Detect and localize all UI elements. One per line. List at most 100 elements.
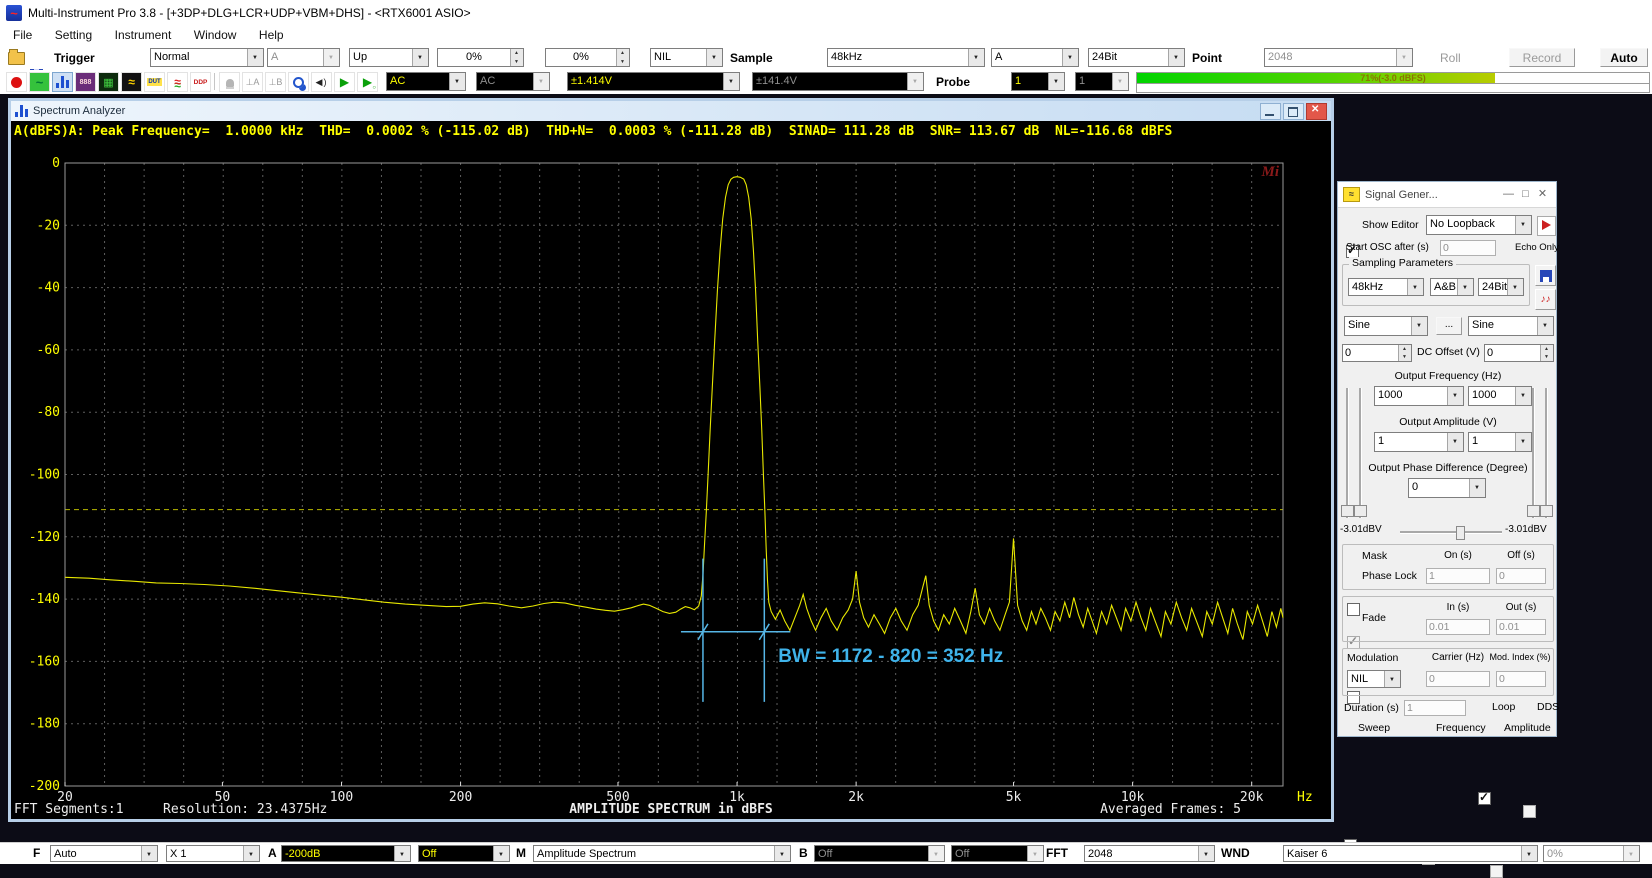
spin-up-icon[interactable] bbox=[1399, 345, 1411, 353]
modulation-select[interactable]: NIL bbox=[1347, 670, 1401, 688]
a-range-select[interactable]: -200dB bbox=[281, 845, 411, 862]
open-icon[interactable] bbox=[8, 52, 25, 65]
derived-spectrum-icon[interactable] bbox=[167, 72, 188, 92]
sampling-rate-select[interactable]: 48kHz bbox=[827, 48, 985, 67]
menu-help[interactable]: Help bbox=[250, 26, 293, 45]
chevron-down-icon[interactable] bbox=[1384, 671, 1400, 687]
chevron-down-icon[interactable] bbox=[1537, 317, 1553, 335]
waveform-b-select[interactable]: Sine bbox=[1468, 316, 1554, 336]
chevron-down-icon[interactable] bbox=[1198, 846, 1214, 861]
window-function-select[interactable]: Kaiser 6 bbox=[1283, 845, 1538, 862]
trigger-edge-select[interactable]: Up bbox=[349, 48, 429, 67]
spin-down-icon[interactable] bbox=[1541, 353, 1553, 361]
bit-depth-select[interactable]: 24Bit bbox=[1088, 48, 1185, 67]
chevron-down-icon[interactable] bbox=[1447, 433, 1463, 451]
chevron-down-icon[interactable] bbox=[449, 73, 465, 90]
spectrum-window-titlebar[interactable]: Spectrum Analyzer bbox=[11, 101, 1331, 121]
chevron-down-icon[interactable] bbox=[243, 846, 259, 861]
sg-save-button[interactable] bbox=[1535, 265, 1556, 286]
chevron-down-icon[interactable] bbox=[1469, 479, 1485, 497]
ddp-viewer-icon[interactable]: DDP bbox=[190, 72, 211, 92]
slider-thumb[interactable] bbox=[1354, 505, 1367, 517]
zoom-select[interactable]: X 1 bbox=[166, 845, 260, 862]
signal-generator-icon[interactable] bbox=[121, 72, 142, 92]
spin-down-icon[interactable] bbox=[511, 58, 523, 67]
trigger-level-spinner[interactable]: 0% bbox=[437, 48, 524, 67]
oscilloscope-icon[interactable] bbox=[29, 72, 50, 92]
chevron-down-icon[interactable] bbox=[141, 846, 157, 861]
auto-button[interactable]: Auto bbox=[1600, 48, 1648, 67]
probe-magnifier-icon[interactable] bbox=[288, 72, 309, 92]
sg-music-button[interactable]: ♪♪ bbox=[1535, 289, 1556, 310]
frequency-a-select[interactable]: 1000 bbox=[1374, 386, 1464, 406]
chevron-down-icon[interactable] bbox=[723, 73, 739, 90]
loopback-select[interactable]: No Loopback bbox=[1426, 215, 1532, 235]
spin-down-icon[interactable] bbox=[1399, 353, 1411, 361]
chevron-down-icon[interactable] bbox=[412, 49, 428, 66]
multimeter-icon[interactable]: 888 bbox=[75, 72, 96, 92]
chevron-down-icon[interactable] bbox=[1515, 433, 1531, 451]
frequency-axis-select[interactable]: Auto bbox=[50, 845, 158, 862]
spin-down-icon[interactable] bbox=[617, 58, 629, 67]
chevron-down-icon[interactable] bbox=[706, 49, 722, 66]
amplitude-slider-a2[interactable] bbox=[1354, 388, 1365, 518]
signal-generator-titlebar[interactable]: ≈ Signal Gener... — □ ✕ bbox=[1338, 182, 1556, 208]
spin-up-icon[interactable] bbox=[1541, 345, 1553, 353]
chevron-down-icon[interactable] bbox=[1168, 49, 1184, 66]
device-test-plan-icon[interactable]: DUT bbox=[144, 72, 165, 92]
slider-thumb[interactable] bbox=[1456, 526, 1465, 540]
chevron-down-icon[interactable] bbox=[247, 49, 263, 66]
window-close-icon[interactable] bbox=[1306, 103, 1327, 120]
waveform-a-select[interactable]: Sine bbox=[1344, 316, 1428, 336]
amplitude-slider-b2[interactable] bbox=[1540, 388, 1551, 518]
chevron-down-icon[interactable] bbox=[1457, 279, 1473, 295]
chevron-down-icon[interactable] bbox=[968, 49, 984, 66]
sg-rate-select[interactable]: 48kHz bbox=[1348, 278, 1424, 296]
chevron-down-icon[interactable] bbox=[1515, 216, 1531, 234]
spectrum-3d-plot-icon[interactable] bbox=[98, 72, 119, 92]
amplitude-a-select[interactable]: 1 bbox=[1374, 432, 1464, 452]
spectrum-analyzer-icon[interactable] bbox=[52, 72, 73, 92]
chevron-down-icon[interactable] bbox=[1062, 49, 1078, 66]
chevron-down-icon[interactable] bbox=[1507, 279, 1523, 295]
menu-window[interactable]: Window bbox=[185, 26, 246, 45]
trigger-delay-spinner[interactable]: 0% bbox=[545, 48, 630, 67]
phase-difference-select[interactable]: 0 bbox=[1408, 478, 1486, 498]
record-icon[interactable] bbox=[6, 72, 27, 92]
coupling-a-select[interactable]: AC bbox=[386, 72, 466, 91]
window-maximize-icon[interactable]: □ bbox=[1517, 187, 1534, 203]
frequency-b-select[interactable]: 1000 bbox=[1468, 386, 1532, 406]
chevron-down-icon[interactable] bbox=[394, 846, 410, 861]
run-loop-icon[interactable] bbox=[357, 72, 378, 92]
loop-checkbox[interactable] bbox=[1478, 792, 1491, 805]
menu-file[interactable]: File bbox=[4, 26, 41, 45]
range-a-select[interactable]: ±1.414V bbox=[567, 72, 740, 91]
sg-channels-select[interactable]: A&B bbox=[1430, 278, 1474, 296]
probe-a-select[interactable]: 1 bbox=[1011, 72, 1065, 91]
fft-size-select[interactable]: 2048 bbox=[1084, 845, 1215, 862]
chevron-down-icon[interactable] bbox=[1048, 73, 1064, 90]
menu-setting[interactable]: Setting bbox=[46, 26, 101, 45]
chevron-down-icon[interactable] bbox=[1521, 846, 1537, 861]
slider-thumb[interactable] bbox=[1527, 505, 1540, 517]
spin-up-icon[interactable] bbox=[617, 49, 629, 58]
display-mode-select[interactable]: Amplitude Spectrum bbox=[533, 845, 791, 862]
menu-instrument[interactable]: Instrument bbox=[106, 26, 181, 45]
run-icon[interactable] bbox=[334, 72, 355, 92]
slider-thumb[interactable] bbox=[1341, 505, 1354, 517]
speaker-icon[interactable] bbox=[311, 72, 332, 92]
sampling-channel-select[interactable]: A bbox=[991, 48, 1079, 67]
spin-up-icon[interactable] bbox=[511, 49, 523, 58]
trigger-mode-select[interactable]: Normal bbox=[150, 48, 264, 67]
amplitude-slider-b1[interactable] bbox=[1527, 388, 1538, 518]
amplitude-slider-a1[interactable] bbox=[1341, 388, 1352, 518]
sg-bits-select[interactable]: 24Bit bbox=[1478, 278, 1524, 296]
amplitude-b-select[interactable]: 1 bbox=[1468, 432, 1532, 452]
chevron-down-icon[interactable] bbox=[774, 846, 790, 861]
spectrum-plot[interactable]: 20501002005001k2k5k10k20kHz0-20-40-60-80… bbox=[11, 143, 1331, 819]
dc-offset-b-spinner[interactable]: 0 bbox=[1484, 344, 1554, 362]
slider-thumb[interactable] bbox=[1540, 505, 1553, 517]
window-close-icon[interactable]: ✕ bbox=[1534, 187, 1551, 203]
window-minimize-icon[interactable] bbox=[1260, 103, 1281, 120]
chevron-down-icon[interactable] bbox=[1411, 317, 1427, 335]
